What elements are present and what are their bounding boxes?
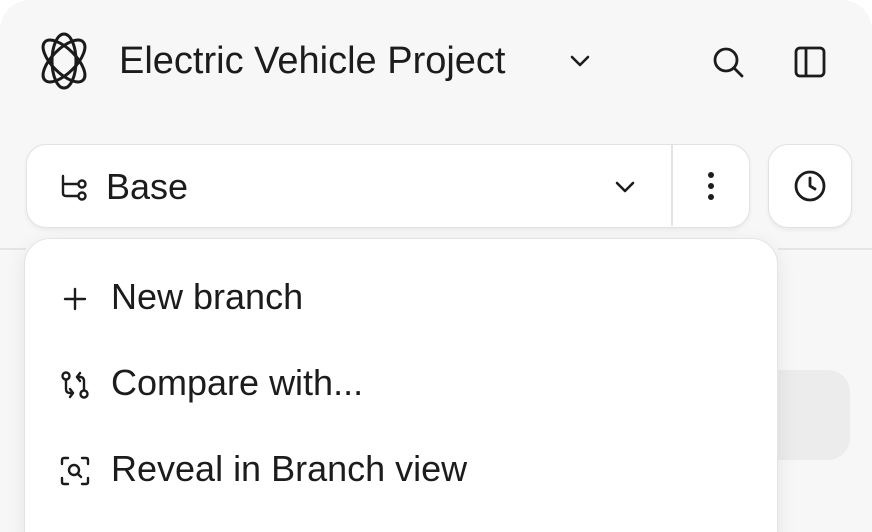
project-title[interactable]: Electric Vehicle Project [119,38,506,84]
header-divider [0,248,26,250]
search-button[interactable] [706,40,750,84]
more-vertical-icon [706,170,716,202]
history-button[interactable] [768,144,852,228]
menu-item-new-branch[interactable]: New branch [25,259,775,339]
chevron-down-icon[interactable] [566,49,594,73]
branch-icon [59,173,89,203]
branch-more-button[interactable] [673,145,749,226]
menu-item-reveal-in-branch-view[interactable]: Reveal in Branch view [25,431,775,511]
compare-icon [59,369,91,401]
project-logo-icon [33,30,95,92]
plus-icon [59,283,91,315]
branch-dropdown-button[interactable]: Base [27,145,671,226]
current-branch-label: Base [106,166,189,207]
sidebar-panel-icon [792,44,828,80]
menu-item-label: Compare with... [111,362,364,403]
project-panel: Electric Vehicle Project Base New branch… [0,0,872,532]
project-header: Electric Vehicle Project [0,0,872,120]
clock-icon [792,168,828,204]
sidebar-toggle-button[interactable] [788,40,832,84]
menu-item-compare-with[interactable]: Compare with... [25,345,775,425]
chevron-down-icon [612,175,638,199]
header-divider [778,248,872,250]
menu-item-label: New branch [111,276,304,317]
menu-item-label: Reveal in Branch view [111,448,468,489]
branch-menu: New branch Compare with... Reveal in Bra… [24,238,778,532]
reveal-icon [59,455,91,487]
branch-selector: Base [26,144,750,228]
search-icon [710,44,746,80]
